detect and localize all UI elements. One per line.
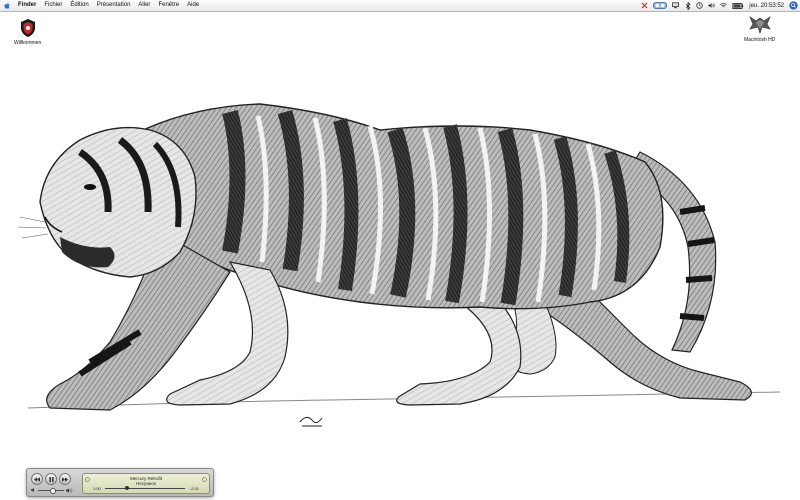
spotlight-icon[interactable]	[789, 1, 798, 10]
bluetooth-icon[interactable]	[684, 1, 691, 10]
stop-icon[interactable]	[641, 2, 648, 9]
tiger-sketch-wallpaper	[17, 103, 781, 427]
shuffle-icon[interactable]	[85, 477, 90, 482]
time-machine-icon[interactable]	[696, 2, 703, 9]
repeat-icon[interactable]	[202, 477, 207, 482]
now-playing-display: Mercury Retrofit Hecyaeos 1:00 -2:31	[82, 473, 210, 494]
battery-icon[interactable]	[732, 2, 744, 9]
menu-aller[interactable]: Aller	[134, 0, 154, 11]
sync-icon[interactable]	[653, 2, 668, 9]
menu-presentation[interactable]: Présentation	[93, 0, 135, 11]
next-button[interactable]	[59, 473, 71, 485]
previous-button[interactable]	[31, 473, 43, 485]
apple-menu[interactable]	[0, 0, 14, 11]
volume-icon[interactable]	[708, 2, 715, 9]
display-icon[interactable]	[672, 2, 680, 9]
next-icon	[62, 476, 68, 482]
menu-fenetre[interactable]: Fenêtre	[154, 0, 183, 11]
remaining-time: -2:31	[189, 486, 199, 491]
volume-control	[31, 486, 79, 494]
desktop: Finder Fichier Édition Présentation Alle…	[0, 0, 800, 500]
mini-player: Mercury Retrofit Hecyaeos 1:00 -2:31	[26, 468, 214, 497]
progress-bar[interactable]	[105, 486, 185, 490]
volume-low-icon	[31, 488, 34, 492]
menu-edition[interactable]: Édition	[66, 0, 92, 11]
menu-fichier[interactable]: Fichier	[40, 0, 66, 11]
volume-high-icon	[66, 487, 73, 493]
menu-aide[interactable]: Aide	[183, 0, 203, 11]
menu-bar: Finder Fichier Édition Présentation Alle…	[0, 0, 800, 12]
pause-button[interactable]	[45, 473, 57, 485]
volume-knob[interactable]	[50, 487, 57, 494]
previous-icon	[34, 476, 40, 482]
wifi-icon[interactable]	[720, 2, 728, 9]
menu-app-finder[interactable]: Finder	[14, 0, 40, 11]
progress-row: 1:00 -2:31	[93, 486, 199, 491]
menu-clock[interactable]: jeu. 20:53:52	[749, 3, 784, 9]
menu-extras: jeu. 20:53:52	[641, 0, 798, 11]
elapsed-time: 1:00	[93, 486, 101, 491]
progress-knob[interactable]	[125, 486, 130, 490]
apple-icon	[4, 2, 10, 9]
pause-icon	[48, 476, 54, 482]
volume-slider[interactable]	[38, 487, 64, 494]
